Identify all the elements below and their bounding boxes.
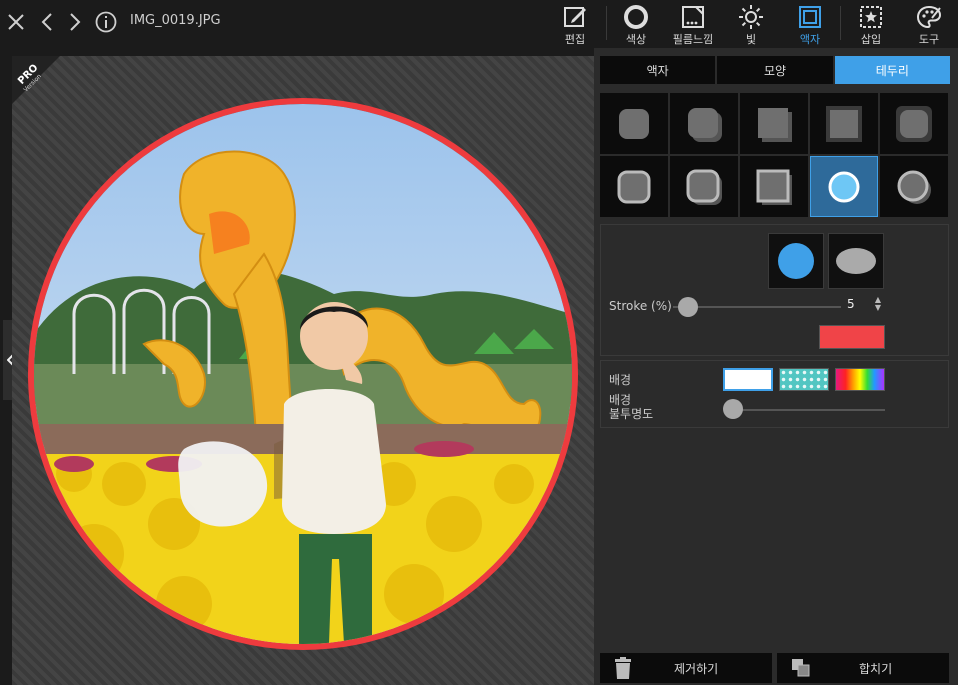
tab-frame[interactable]: 액자 [600, 56, 716, 84]
tool-edit-label: 편집 [564, 33, 586, 46]
border-style-option[interactable] [740, 93, 808, 154]
close-icon[interactable] [4, 10, 28, 34]
merge-layers-icon [792, 659, 810, 677]
merge-label: 합치기 [859, 661, 893, 676]
spin-down-icon[interactable]: ▼ [875, 303, 881, 312]
opacity-slider-track[interactable] [731, 409, 885, 411]
stroke-label: Stroke (%) [609, 299, 672, 313]
background-gradient-swatch[interactable] [835, 368, 885, 391]
border-style-option[interactable] [670, 156, 738, 217]
background-label: 배경 [609, 373, 632, 387]
film-icon [682, 6, 704, 28]
tool-insert[interactable]: 삽입 [846, 2, 896, 46]
stroke-color-swatch[interactable] [819, 325, 885, 349]
stroke-value[interactable]: 5 [847, 297, 855, 311]
info-icon[interactable] [94, 10, 118, 34]
merge-button[interactable]: 합치기 [777, 653, 949, 683]
background-white-swatch[interactable] [723, 368, 773, 391]
tool-film[interactable]: 필름느낌 [668, 2, 718, 46]
tool-color[interactable]: 색상 [611, 2, 661, 46]
tool-tools[interactable]: 도구 [904, 2, 954, 46]
opacity-slider-knob[interactable] [723, 399, 743, 419]
back-arrow-icon[interactable] [36, 10, 58, 34]
photo-illustration [34, 104, 572, 644]
background-pattern-swatch[interactable] [779, 368, 829, 391]
stroke-spinner[interactable]: ▲ ▼ [873, 296, 883, 314]
border-style-option[interactable] [670, 93, 738, 154]
tool-film-label: 필름느낌 [672, 33, 714, 46]
border-style-option[interactable] [810, 93, 878, 154]
color-circle-icon [624, 5, 648, 29]
tool-frame[interactable]: 액자 [785, 2, 835, 46]
opacity-label-line1: 배경 [609, 393, 632, 407]
tool-light-label: 빛 [745, 33, 757, 46]
ellipse-shape-icon [836, 248, 876, 274]
tool-insert-label: 삽입 [860, 33, 882, 46]
border-style-option[interactable] [600, 156, 668, 217]
sun-icon [739, 5, 763, 29]
tool-color-label: 색상 [625, 33, 647, 46]
opacity-label-line2: 불투명도 [609, 407, 654, 421]
tool-light[interactable]: 빛 [726, 2, 776, 46]
frame-icon [799, 6, 821, 28]
stroke-slider-knob[interactable] [678, 297, 699, 317]
remove-button[interactable]: 제거하기 [600, 653, 772, 683]
opacity-label: 배경 불투명도 [609, 393, 653, 421]
edit-icon [564, 7, 586, 27]
panel-tabs: 액자 모양 테두리 [600, 56, 950, 84]
tab-border[interactable]: 테두리 [834, 56, 950, 84]
circle-shape-button[interactable] [768, 233, 824, 289]
border-style-grid [600, 93, 950, 219]
tool-frame-label: 액자 [799, 33, 821, 46]
border-style-option[interactable] [880, 93, 948, 154]
remove-label: 제거하기 [674, 661, 719, 676]
tab-shape[interactable]: 모양 [717, 56, 833, 84]
stroke-settings: Stroke (%) 5 ▲ ▼ [600, 224, 949, 356]
top-toolbar: IMG_0019.JPG 편집 색상 필름느낌 빛 액자 삽입 도구 [0, 0, 958, 48]
insert-star-icon [860, 6, 882, 28]
ellipse-shape-button[interactable] [828, 233, 884, 289]
trash-icon [615, 657, 631, 679]
stroke-slider-track[interactable] [673, 306, 841, 308]
border-style-option-selected[interactable] [810, 156, 878, 217]
file-name: IMG_0019.JPG [130, 13, 221, 28]
pro-version-badge: PRO Version [12, 56, 60, 104]
palette-icon [916, 5, 942, 29]
circle-shape-icon [778, 243, 814, 279]
frame-panel: 액자 모양 테두리 Stroke (%) 5 ▲ ▼ 배경 배경 불투명도 제거… [594, 48, 958, 685]
background-settings: 배경 배경 불투명도 [600, 360, 949, 428]
tool-edit[interactable]: 편집 [550, 2, 600, 46]
border-style-option[interactable] [740, 156, 808, 217]
border-style-option[interactable] [600, 93, 668, 154]
framed-photo [28, 98, 578, 650]
border-style-option[interactable] [880, 156, 948, 217]
forward-arrow-icon[interactable] [64, 10, 86, 34]
tool-tools-label: 도구 [918, 33, 940, 46]
